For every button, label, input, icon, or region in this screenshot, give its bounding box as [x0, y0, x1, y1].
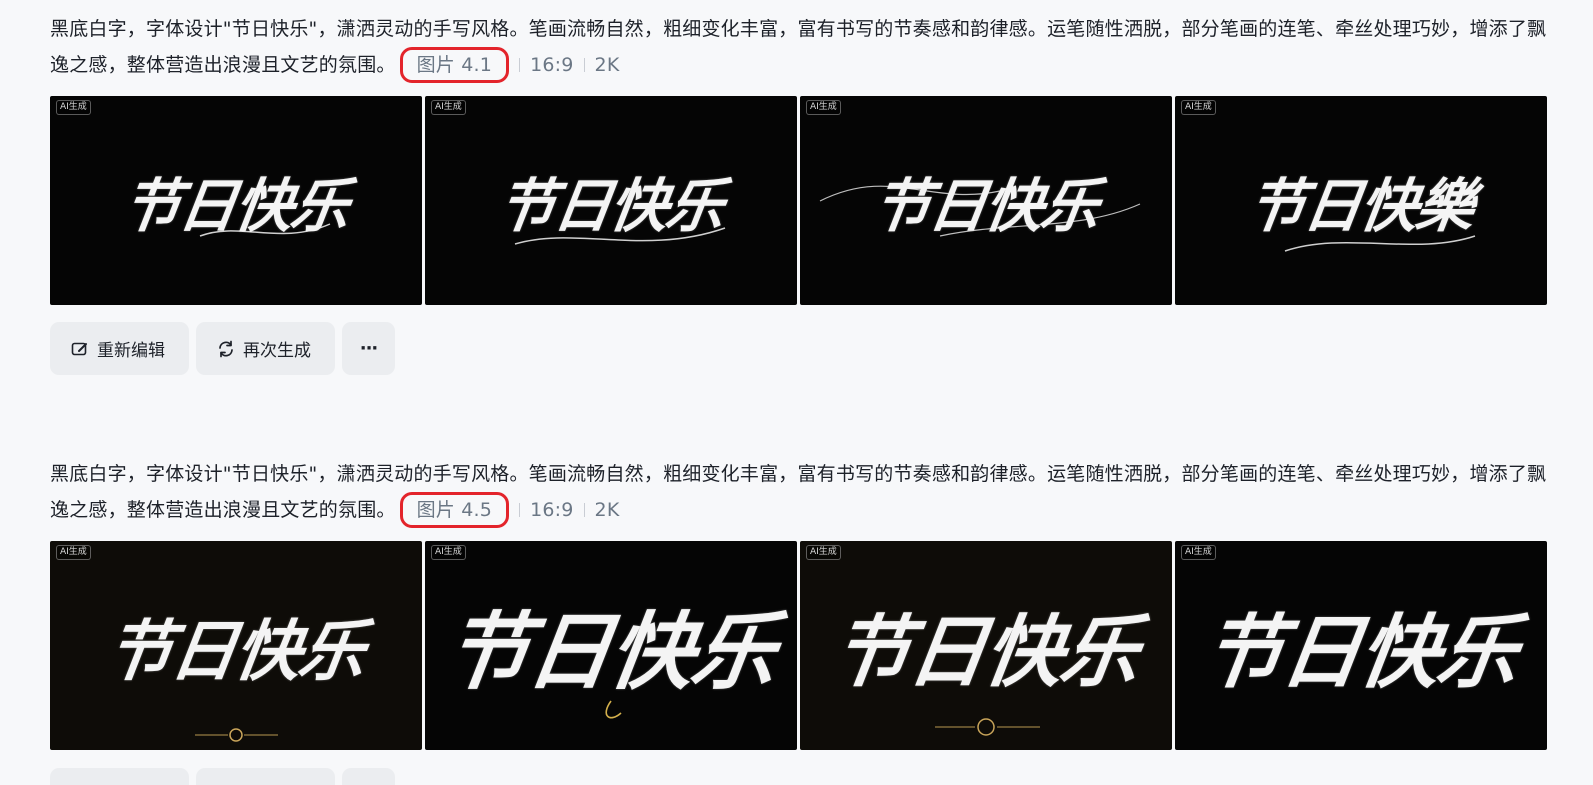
re-edit-button[interactable]: 重新编辑 [50, 322, 189, 375]
action-bar-partial [50, 768, 395, 785]
action-bar: 重新编辑 再次生成 ··· [50, 322, 395, 375]
generated-image[interactable]: AI生成 节日快乐 [1175, 541, 1547, 750]
model-label: 图片 4.5 [399, 492, 510, 528]
generation-block-1: 黑底白字，字体设计"节日快乐"，潇洒灵动的手写风格。笔画流畅自然，粗细变化丰富，… [50, 11, 1570, 375]
calligraphy-text: 节日快乐 [118, 171, 353, 240]
resolution: 2K [594, 54, 620, 76]
generated-image[interactable]: AI生成 节日快乐 [50, 541, 422, 750]
resolution: 2K [594, 499, 620, 521]
gold-seal-decoration [195, 728, 278, 742]
regenerate-button[interactable]: 再次生成 [196, 322, 335, 375]
calligraphy-text: 节日快乐 [493, 171, 728, 240]
calligraphy-text: 节日快乐 [868, 171, 1103, 240]
generated-image[interactable]: AI生成 节日快乐 [50, 96, 422, 305]
generation-meta: 图片 4.5 16:9 2K [396, 492, 620, 528]
gold-seal-decoration [935, 718, 1040, 736]
generation-feed: 黑底白字，字体设计"节日快乐"，潇洒灵动的手写风格。笔画流畅自然，粗细变化丰富，… [0, 0, 1593, 785]
calligraphy-text: 节日快乐 [1197, 604, 1523, 699]
aspect-ratio: 16:9 [530, 54, 574, 76]
generated-image[interactable]: AI生成 节日快乐 [800, 96, 1172, 305]
meta-divider [519, 503, 521, 517]
generation-block-2: 黑底白字，字体设计"节日快乐"，潇洒灵动的手写风格。笔画流畅自然，粗细变化丰富，… [50, 456, 1570, 750]
image-grid: AI生成 节日快乐 AI生成 节日快乐 AI生成 节日快乐 [50, 96, 1547, 305]
edit-icon [69, 338, 91, 360]
prompt-text: 黑底白字，字体设计"节日快乐"，潇洒灵动的手写风格。笔画流畅自然，粗细变化丰富，… [50, 456, 1550, 528]
gold-flourish-decoration [605, 700, 622, 719]
aspect-ratio: 16:9 [530, 499, 574, 521]
meta-divider [583, 58, 585, 72]
prompt-text: 黑底白字，字体设计"节日快乐"，潇洒灵动的手写风格。笔画流畅自然，粗细变化丰富，… [50, 11, 1550, 83]
calligraphy-text: 节日快樂 [1243, 171, 1478, 240]
regenerate-label: 再次生成 [243, 341, 311, 361]
re-edit-label: 重新编辑 [97, 341, 165, 361]
image-grid: AI生成 节日快乐 AI生成 节日快乐 AI生成 节日快乐 [50, 541, 1547, 750]
generated-image[interactable]: AI生成 节日快乐 [800, 541, 1172, 750]
re-edit-button[interactable] [50, 768, 189, 785]
more-icon: ··· [359, 338, 378, 359]
prompt-content: 黑底白字，字体设计"节日快乐"，潇洒灵动的手写风格。笔画流畅自然，粗细变化丰富，… [50, 18, 1547, 76]
regenerate-button[interactable] [196, 768, 335, 785]
generated-image[interactable]: AI生成 节日快樂 [1175, 96, 1547, 305]
generated-image[interactable]: AI生成 节日快乐 [425, 96, 797, 305]
model-label: 图片 4.1 [399, 47, 510, 83]
refresh-icon [215, 338, 237, 360]
generation-meta: 图片 4.1 16:9 2K [396, 47, 620, 83]
meta-divider [519, 58, 521, 72]
more-options-button[interactable]: ··· [342, 322, 395, 375]
meta-divider [583, 503, 585, 517]
more-options-button[interactable] [342, 768, 395, 785]
generated-image[interactable]: AI生成 节日快乐 [425, 541, 797, 750]
prompt-content: 黑底白字，字体设计"节日快乐"，潇洒灵动的手写风格。笔画流畅自然，粗细变化丰富，… [50, 463, 1547, 521]
